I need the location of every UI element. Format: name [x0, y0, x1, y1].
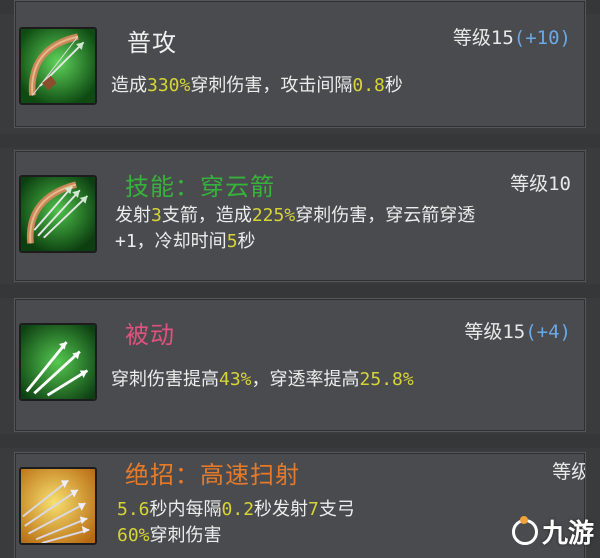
desc-value: 225%: [251, 205, 296, 226]
desc-value: 5.6: [117, 499, 150, 520]
level-label: 等级15: [452, 27, 514, 49]
skill-title: 绝招：高速扫射: [125, 461, 300, 489]
desc-line: 发射3支箭，造成225%穿刺伤害，穿云箭穿透: [115, 203, 573, 229]
watermark-text: 九游: [541, 519, 594, 549]
skill-card-passive[interactable]: 被动 等级15(+4) 穿刺伤害提高43%，穿透率提高25.8%: [14, 298, 586, 432]
skill-level: 等级15(+10): [453, 23, 571, 50]
desc-text: 支弓: [318, 499, 355, 520]
desc-line: 60%穿刺伤害: [117, 523, 573, 549]
skill-title: 被动: [125, 321, 175, 349]
skill-level: 等级10: [552, 457, 585, 484]
watermark-logo: 九游: [511, 513, 594, 550]
skill-card-piercing-arrow[interactable]: 技能：穿云箭 等级10 发射3支箭，造成225%穿刺伤害，穿云箭穿透 +1，冷却…: [14, 150, 586, 282]
desc-text: 秒: [384, 75, 403, 96]
level-label: 等级10: [510, 173, 571, 195]
desc-value: 330%: [147, 75, 191, 96]
desc-text: 秒发射: [254, 499, 309, 520]
skill-level: 等级15(+4): [464, 317, 571, 344]
skill-title: 技能：穿云箭: [125, 173, 275, 201]
skill-level: 等级10: [510, 169, 571, 196]
skill-title: 普攻: [127, 29, 177, 57]
desc-value: 3: [151, 205, 162, 226]
skill-card-ultimate[interactable]: 绝招：高速扫射 等级10 5.6秒内每隔0.2秒发射7支弓 60%穿刺伤害: [14, 452, 586, 558]
divider: [0, 284, 600, 298]
desc-text: 秒内每隔: [149, 499, 222, 520]
divider: [0, 434, 600, 448]
desc-line: 5.6秒内每隔0.2秒发射7支弓: [117, 497, 573, 523]
arrow-volley-icon: [19, 467, 97, 545]
level-label: 等级15: [464, 321, 526, 343]
desc-text: ，穿透率提高: [251, 369, 360, 390]
skill-description: 5.6秒内每隔0.2秒发射7支弓 60%穿刺伤害: [117, 497, 573, 549]
desc-text: 秒: [237, 231, 256, 252]
desc-line: +1，冷却时间5秒: [115, 229, 573, 255]
desc-text: 支箭，造成: [161, 205, 252, 226]
bow-icon: [19, 27, 97, 105]
bow-icon: [19, 175, 97, 253]
divider: [0, 134, 600, 148]
level-bonus: (+4): [525, 321, 571, 343]
desc-value: 0.2: [221, 499, 255, 520]
desc-value: 25.8%: [359, 369, 414, 390]
desc-text: 穿刺伤害提高: [111, 369, 219, 390]
skill-description: 穿刺伤害提高43%，穿透率提高25.8%: [111, 367, 573, 393]
level-label: 等级10: [552, 461, 585, 483]
level-bonus: (+10): [513, 27, 571, 49]
skill-description: 造成330%穿刺伤害，攻击间隔0.8秒: [111, 73, 573, 99]
arrows-icon: [19, 323, 97, 401]
skill-description: 发射3支箭，造成225%穿刺伤害，穿云箭穿透 +1，冷却时间5秒: [115, 203, 573, 255]
logo-icon: [511, 515, 538, 545]
desc-value: 7: [308, 499, 319, 520]
desc-text: 穿刺伤害: [149, 525, 222, 546]
desc-text: +1，冷却时间: [115, 231, 227, 252]
desc-text: 发射: [115, 205, 151, 226]
desc-value: 5: [226, 231, 238, 252]
desc-text: 造成: [111, 75, 147, 96]
desc-value: 60%: [117, 525, 150, 546]
desc-value: 0.8: [352, 75, 385, 96]
skill-card-basic-attack[interactable]: 普攻 等级15(+10) 造成330%穿刺伤害，攻击间隔0.8秒: [14, 0, 586, 128]
desc-text: 穿刺伤害，攻击间隔: [190, 75, 353, 96]
desc-value: 43%: [219, 369, 252, 390]
desc-text: 穿刺伤害，穿云箭穿透: [295, 205, 476, 226]
